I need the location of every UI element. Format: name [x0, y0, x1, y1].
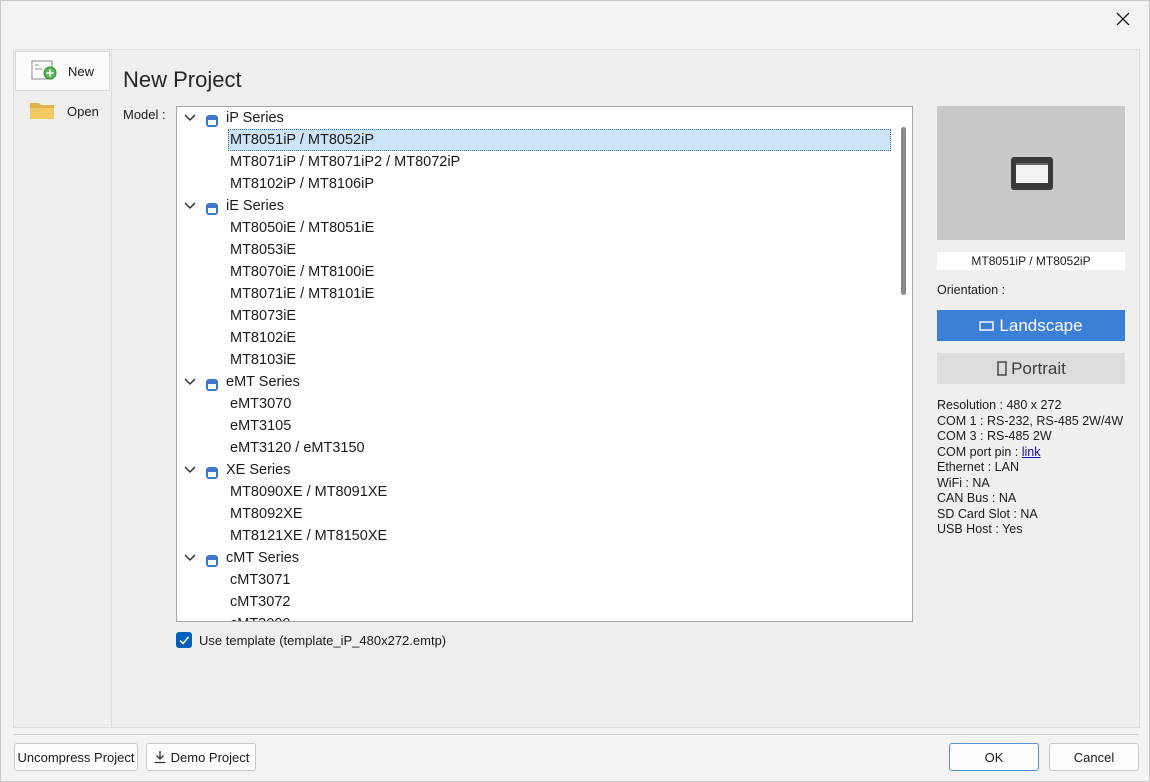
series-icon — [206, 464, 218, 479]
close-button[interactable] — [1103, 3, 1143, 35]
tree-item[interactable]: MT8090XE / MT8091XE — [229, 481, 890, 503]
portrait-icon — [997, 360, 1007, 376]
series-icon — [206, 552, 218, 567]
hmi-device-icon — [1011, 157, 1053, 190]
spec-ethernet: Ethernet : LAN — [937, 460, 1019, 474]
tree-scrollbar[interactable] — [901, 127, 906, 295]
tree-group-xe-series[interactable]: XE Series — [177, 459, 877, 481]
tree-item[interactable]: MT8121XE / MT8150XE — [229, 525, 890, 547]
tree-group-label: iP Series — [226, 110, 284, 126]
uncompress-project-button[interactable]: Uncompress Project — [14, 743, 138, 771]
tree-group-ie-series[interactable]: iE Series — [177, 195, 877, 217]
tree-item[interactable]: MT8053iE — [229, 239, 890, 261]
orientation-label: Orientation : — [937, 283, 1006, 297]
sidebar-item-label: New — [68, 63, 95, 79]
title-bar — [1, 1, 1149, 39]
main-panel: New Open New Project Model : iP Series M… — [13, 49, 1140, 728]
tree-item[interactable]: cMT3072 — [229, 591, 890, 613]
demo-project-button[interactable]: Demo Project — [146, 743, 256, 771]
spec-com3: COM 3 : RS-485 2W — [937, 429, 1052, 443]
spec-wifi: WiFi : NA — [937, 475, 990, 490]
tree-item[interactable]: cMT3090 — [229, 613, 890, 621]
uncompress-project-label: Uncompress Project — [17, 749, 135, 765]
model-label: Model : — [123, 107, 166, 122]
portrait-button[interactable]: Portrait — [937, 353, 1125, 384]
preview-model-name: MT8051iP / MT8052iP — [937, 252, 1125, 270]
landscape-button[interactable]: Landscape — [937, 310, 1125, 341]
tree-item[interactable]: MT8092XE — [229, 503, 890, 525]
tree-item[interactable]: MT8050iE / MT8051iE — [229, 217, 890, 239]
spec-resolution: Resolution : 480 x 272 — [937, 398, 1062, 412]
series-icon — [206, 376, 218, 391]
spec-com1: COM 1 : RS-232, RS-485 2W/4W — [937, 413, 1124, 428]
use-template-option[interactable]: Use template (template_iP_480x272.emtp) — [176, 632, 446, 648]
tree-group-ip-series[interactable]: iP Series — [177, 107, 877, 129]
tree-item[interactable]: cMT3071 — [229, 569, 890, 591]
footer-divider — [13, 734, 1139, 735]
chevron-down-icon[interactable] — [183, 459, 197, 481]
folder-icon — [29, 99, 59, 123]
tree-item[interactable]: MT8071iE / MT8101iE — [229, 283, 890, 305]
tree-item[interactable]: MT8051iP / MT8052iP — [228, 129, 891, 151]
chevron-down-icon[interactable] — [183, 107, 197, 129]
com-port-pin-link[interactable]: link — [1022, 445, 1041, 459]
tree-group-cmt-series[interactable]: cMT Series — [177, 547, 877, 569]
sidebar-item-open[interactable]: Open — [15, 92, 110, 130]
download-icon — [154, 751, 166, 764]
use-template-checkbox[interactable] — [176, 632, 192, 648]
portrait-label: Portrait — [1011, 358, 1066, 378]
close-icon — [1116, 12, 1130, 26]
dialog-window: New Open New Project Model : iP Series M… — [0, 0, 1150, 782]
checkmark-icon — [179, 636, 190, 645]
landscape-icon — [979, 320, 995, 331]
use-template-label: Use template (template_iP_480x272.emtp) — [199, 632, 447, 648]
tree-item[interactable]: MT8103iE — [229, 349, 890, 371]
ok-button[interactable]: OK — [949, 743, 1039, 771]
spec-com-port-pin-label: COM port pin : — [937, 444, 1022, 459]
page-title: New Project — [123, 67, 242, 92]
spec-sdcard: SD Card Slot : NA — [937, 506, 1038, 521]
sidebar-item-label: Open — [67, 103, 99, 119]
spec-com-port-pin: COM port pin : link — [937, 445, 1137, 461]
new-project-icon — [30, 59, 60, 83]
cancel-button[interactable]: Cancel — [1049, 743, 1139, 771]
tree-group-emt-series[interactable]: eMT Series — [177, 371, 877, 393]
tree-item[interactable]: MT8071iP / MT8071iP2 / MT8072iP — [229, 151, 890, 173]
tree-group-label: eMT Series — [226, 374, 300, 390]
model-tree[interactable]: iP Series MT8051iP / MT8052iP MT8071iP /… — [176, 106, 913, 622]
model-preview — [937, 106, 1125, 240]
tree-item[interactable]: MT8102iE — [229, 327, 890, 349]
tree-group-label: iE Series — [226, 198, 285, 214]
content-area: New Project Model : iP Series MT8051iP /… — [112, 50, 1138, 727]
demo-project-label: Demo Project — [170, 749, 250, 765]
tree-item[interactable]: MT8073iE — [229, 305, 890, 327]
landscape-label: Landscape — [999, 315, 1083, 335]
cancel-label: Cancel — [1073, 749, 1115, 765]
tree-item[interactable]: eMT3105 — [229, 415, 890, 437]
chevron-down-icon[interactable] — [183, 195, 197, 217]
tree-item[interactable]: MT8102iP / MT8106iP — [229, 173, 890, 195]
chevron-down-icon[interactable] — [183, 371, 197, 393]
series-icon — [206, 112, 218, 127]
model-specs: Resolution : 480 x 272 COM 1 : RS-232, R… — [937, 398, 1137, 538]
tree-item[interactable]: eMT3120 / eMT3150 — [229, 437, 890, 459]
spec-canbus: CAN Bus : NA — [937, 491, 1017, 505]
spec-usbhost: USB Host : Yes — [937, 522, 1023, 536]
tree-item[interactable]: MT8070iE / MT8100iE — [229, 261, 890, 283]
sidebar: New Open — [14, 50, 112, 727]
ok-label: OK — [984, 749, 1004, 765]
series-icon — [206, 200, 218, 215]
sidebar-item-new[interactable]: New — [15, 51, 110, 91]
tree-group-label: cMT Series — [226, 550, 300, 566]
tree-group-label: XE Series — [226, 462, 291, 478]
chevron-down-icon[interactable] — [183, 547, 197, 569]
tree-item[interactable]: eMT3070 — [229, 393, 890, 415]
